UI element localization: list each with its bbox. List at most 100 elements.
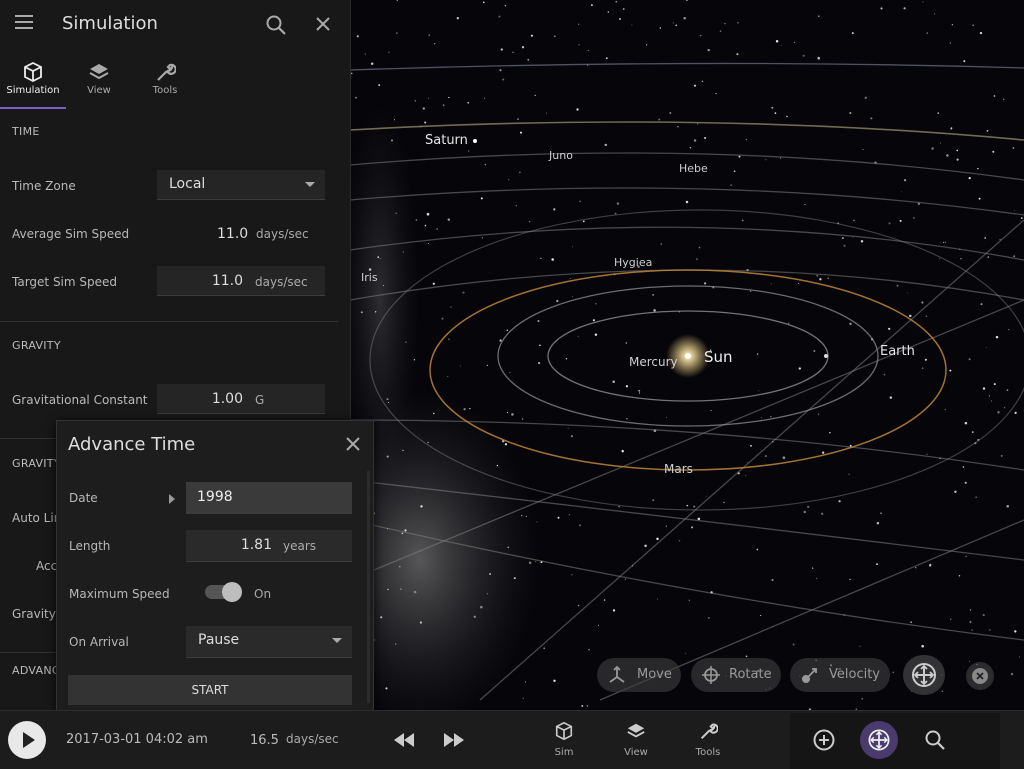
max-speed-state: On <box>254 587 272 601</box>
search-icon[interactable] <box>265 14 287 36</box>
fast-forward-icon[interactable] <box>443 733 465 747</box>
length-value: 1.81 <box>240 537 272 553</box>
auto-label: Auto Lin <box>12 511 62 525</box>
label-iris[interactable]: Iris <box>361 271 378 284</box>
tab-simulation[interactable]: Simulation <box>0 55 66 109</box>
wrench-icon <box>157 63 176 81</box>
on-arrival-value: Pause <box>198 632 240 648</box>
hamburger-menu-icon[interactable] <box>15 15 33 29</box>
tab-view[interactable]: View <box>66 55 132 107</box>
cube-icon <box>555 721 573 741</box>
rotate-button[interactable]: Rotate <box>691 658 781 692</box>
gravity-label-2: Gravity <box>12 607 56 621</box>
grav-const-unit: G <box>255 393 265 407</box>
max-speed-label: Maximum Speed <box>69 587 170 601</box>
avg-speed-unit: days/sec <box>256 227 309 241</box>
search-button[interactable] <box>916 721 954 759</box>
sim-speed-unit: days/sec <box>286 732 339 746</box>
sim-speed-value: 16.5 <box>250 733 279 748</box>
on-arrival-select[interactable]: Pause <box>186 626 352 658</box>
wrench-icon <box>700 723 719 739</box>
time-zone-label: Time Zone <box>12 179 76 193</box>
date-field[interactable] <box>186 482 352 514</box>
panel-header: Simulation <box>0 0 350 50</box>
chevron-down-icon <box>332 638 342 643</box>
chevron-down-icon <box>305 182 315 187</box>
rotate-icon <box>702 666 720 684</box>
label-saturn[interactable]: Saturn <box>425 133 468 148</box>
tab-simulation-label: Simulation <box>6 85 60 96</box>
target-speed-field[interactable]: 11.0 days/sec <box>157 266 325 296</box>
label-hebe[interactable]: Hebe <box>679 162 708 175</box>
advanced-section-title: ADVANC <box>12 664 60 677</box>
close-icon[interactable] <box>345 436 361 452</box>
velocity-icon <box>802 668 817 683</box>
expand-arrow-icon[interactable] <box>169 494 175 504</box>
start-button[interactable]: START <box>68 675 352 705</box>
max-speed-toggle[interactable] <box>205 582 242 602</box>
bottom-tab-tools[interactable]: Tools <box>686 721 730 758</box>
grav-const-value: 1.00 <box>211 391 243 407</box>
on-arrival-label: On Arrival <box>69 635 129 649</box>
avg-speed-label: Average Sim Speed <box>12 227 130 241</box>
bottom-tab-tools-label: Tools <box>695 747 721 758</box>
velocity-label: Velocity <box>829 667 880 682</box>
time-section-title: TIME <box>12 125 40 138</box>
grav-const-label: Gravitational Constant <box>12 393 148 407</box>
panel-title: Simulation <box>62 13 158 34</box>
rewind-icon[interactable] <box>393 733 415 747</box>
close-icon[interactable] <box>313 14 333 34</box>
move-icon <box>609 665 625 683</box>
sim-datetime[interactable]: 2017-03-01 04:02 am <box>66 732 208 747</box>
close-circle-icon <box>972 668 988 684</box>
label-earth[interactable]: Earth <box>880 344 915 359</box>
rotate-label: Rotate <box>729 667 772 682</box>
label-sun[interactable]: Sun <box>704 348 733 366</box>
tab-tools-label: Tools <box>152 85 178 96</box>
plus-circle-icon <box>813 729 835 751</box>
dialog-title: Advance Time <box>68 434 196 455</box>
close-tools-button[interactable] <box>966 662 994 690</box>
length-field[interactable]: 1.81 years <box>186 530 352 562</box>
label-mercury[interactable]: Mercury <box>629 355 678 369</box>
grav-const-field[interactable]: 1.00 G <box>157 384 325 414</box>
play-button[interactable] <box>8 721 46 759</box>
bottom-bar: 2017-03-01 04:02 am 16.5 days/sec Sim Vi… <box>0 710 1024 769</box>
label-juno[interactable]: Juno <box>549 149 573 162</box>
orbit-control-button[interactable] <box>903 655 945 695</box>
target-speed-unit: days/sec <box>255 275 308 289</box>
orbit-mode-button[interactable] <box>860 721 898 759</box>
move-button[interactable]: Move <box>597 658 681 692</box>
move-label: Move <box>637 667 672 682</box>
date-label: Date <box>69 491 98 505</box>
camera-tools <box>790 713 1000 769</box>
velocity-button[interactable]: Velocity <box>790 658 890 692</box>
search-icon <box>925 730 945 750</box>
avg-speed-value: 11.0 <box>217 226 249 242</box>
toggle-knob <box>222 582 242 602</box>
zoom-in-button[interactable] <box>805 721 843 759</box>
target-speed-label: Target Sim Speed <box>12 275 118 289</box>
length-unit: years <box>283 539 317 553</box>
gravity-section-title-2: GRAVITY <box>12 457 61 470</box>
advance-time-dialog: Advance Time Date Length 1.81 years Maxi… <box>56 420 374 712</box>
layers-icon <box>627 723 645 738</box>
bottom-tab-view[interactable]: View <box>614 721 658 758</box>
orbit-control-icon <box>912 663 936 687</box>
label-mars[interactable]: Mars <box>664 462 693 476</box>
length-label: Length <box>69 539 111 553</box>
tab-tools[interactable]: Tools <box>132 55 198 107</box>
divider <box>0 321 338 322</box>
time-zone-select[interactable]: Local <box>157 170 325 200</box>
date-input[interactable] <box>186 482 347 512</box>
target-speed-value: 11.0 <box>211 273 243 289</box>
bottom-tab-sim[interactable]: Sim <box>542 721 586 758</box>
orbit-control-icon <box>868 729 890 751</box>
gravity-section-title: GRAVITY <box>12 339 61 352</box>
layers-icon <box>89 64 109 80</box>
dialog-scrollbar[interactable] <box>367 471 370 703</box>
acc-label: Acc <box>36 559 58 573</box>
label-hygiea[interactable]: Hygiea <box>614 256 652 269</box>
panel-tabs: Simulation View Tools <box>0 55 350 109</box>
cube-icon <box>24 61 42 83</box>
